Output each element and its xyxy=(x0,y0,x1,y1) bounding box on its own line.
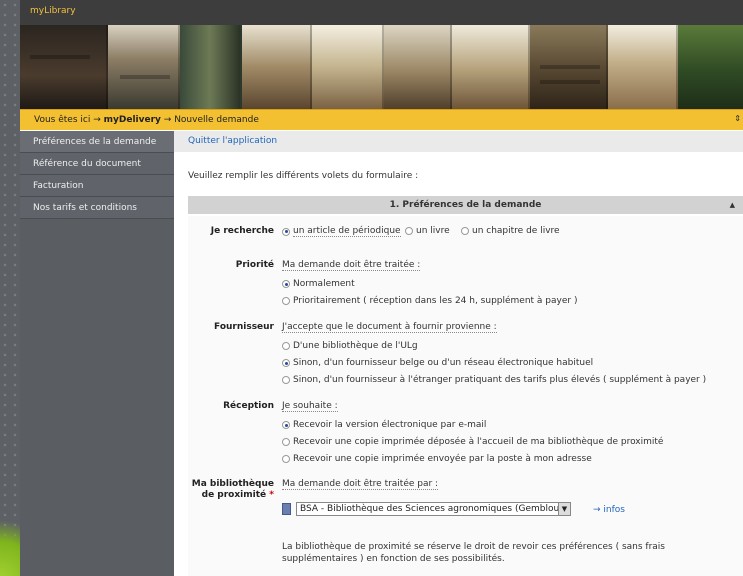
radio-reception-post[interactable]: Recevoir une copie imprimée envoyée par … xyxy=(282,454,592,464)
nearby-library-label: Ma bibliothèque de proximité * xyxy=(191,479,274,500)
breadcrumb-current-page: Nouvelle demande xyxy=(174,115,259,125)
sidebar-item-rates[interactable]: Nos tarifs et conditions xyxy=(20,197,174,219)
preferences-form: Je recherche un article de périodique un… xyxy=(188,216,743,576)
supplier-question: J'accepte que le document à fournir prov… xyxy=(282,322,497,333)
radio-button[interactable] xyxy=(405,227,413,235)
library-icon xyxy=(282,503,291,515)
reception-label: Réception xyxy=(223,401,274,411)
background-pattern xyxy=(0,0,20,576)
radio-button[interactable] xyxy=(282,359,290,367)
quit-application-link[interactable]: Quitter l'application xyxy=(188,136,277,146)
breadcrumb-arrow-icon: → xyxy=(93,115,101,125)
library-note: La bibliothèque de proximité se réserve … xyxy=(282,542,665,564)
radio-book-chapter[interactable]: un chapitre de livre xyxy=(461,226,560,236)
priority-question: Ma demande doit être traitée : xyxy=(282,260,421,271)
sidebar: Préférences de la demande Référence du d… xyxy=(20,131,174,576)
quit-bar: Quitter l'application xyxy=(174,131,743,152)
expand-toggle-icon[interactable]: ⇕ xyxy=(734,114,741,123)
radio-button[interactable] xyxy=(282,342,290,350)
library-select[interactable]: BSA - Bibliothèque des Sciences agronomi… xyxy=(296,502,571,516)
library-question: Ma demande doit être traitée par : xyxy=(282,479,439,490)
radio-button[interactable] xyxy=(282,421,290,429)
breadcrumb: Vous êtes ici → myDelivery → Nouvelle de… xyxy=(34,115,259,125)
library-select-wrap: BSA - Bibliothèque des Sciences agronomi… xyxy=(282,502,571,516)
form-intro-text: Veuillez remplir les différents volets d… xyxy=(188,171,419,181)
priority-label: Priorité xyxy=(235,260,274,270)
panel-title: 1. Préférences de la demande xyxy=(389,200,542,210)
breadcrumb-section-link[interactable]: myDelivery xyxy=(104,115,161,125)
radio-button[interactable] xyxy=(282,297,290,305)
radio-supplier-foreign[interactable]: Sinon, d'un fournisseur à l'étranger pra… xyxy=(282,375,706,385)
radio-priority-normal[interactable]: Normalement xyxy=(282,279,355,289)
dropdown-arrow-icon[interactable]: ▼ xyxy=(558,503,570,515)
radio-reception-desk[interactable]: Recevoir une copie imprimée déposée à l'… xyxy=(282,437,663,447)
breadcrumb-prefix: Vous êtes ici xyxy=(34,115,91,125)
radio-supplier-ulg[interactable]: D'une bibliothèque de l'ULg xyxy=(282,341,418,351)
radio-button[interactable] xyxy=(282,376,290,384)
radio-priority-urgent[interactable]: Prioritairement ( réception dans les 24 … xyxy=(282,296,577,306)
main-content: Quitter l'application Veuillez remplir l… xyxy=(174,131,743,576)
library-banner-image xyxy=(20,25,743,109)
radio-button[interactable] xyxy=(282,280,290,288)
sidebar-item-billing[interactable]: Facturation xyxy=(20,175,174,197)
breadcrumb-arrow-icon: → xyxy=(163,115,172,125)
app-name[interactable]: myLibrary xyxy=(20,6,86,16)
search-type-label: Je recherche xyxy=(210,226,274,236)
sidebar-item-document-reference[interactable]: Référence du document xyxy=(20,153,174,175)
radio-button[interactable] xyxy=(282,438,290,446)
reception-question: Je souhaite : xyxy=(282,401,338,412)
sidebar-item-preferences[interactable]: Préférences de la demande xyxy=(20,131,174,153)
radio-button[interactable] xyxy=(461,227,469,235)
required-marker: * xyxy=(269,490,274,500)
radio-reception-email[interactable]: Recevoir la version électronique par e-m… xyxy=(282,420,486,430)
collapse-icon[interactable]: ▲ xyxy=(730,196,735,214)
radio-button[interactable] xyxy=(282,227,290,236)
top-bar: myLibrary xyxy=(20,0,743,25)
panel-header[interactable]: 1. Préférences de la demande ▲ xyxy=(188,196,743,214)
app-window: myLibrary Vous êtes ici → myDelivery → N… xyxy=(20,0,743,576)
radio-supplier-belgian[interactable]: Sinon, d'un fournisseur belge ou d'un ré… xyxy=(282,358,593,368)
radio-button[interactable] xyxy=(282,455,290,463)
radio-book[interactable]: un livre xyxy=(405,226,450,236)
radio-periodical-article[interactable]: un article de périodique xyxy=(282,226,401,237)
supplier-label: Fournisseur xyxy=(214,322,274,332)
library-infos-link[interactable]: → infos xyxy=(593,505,625,515)
breadcrumb-bar: Vous êtes ici → myDelivery → Nouvelle de… xyxy=(20,109,743,130)
